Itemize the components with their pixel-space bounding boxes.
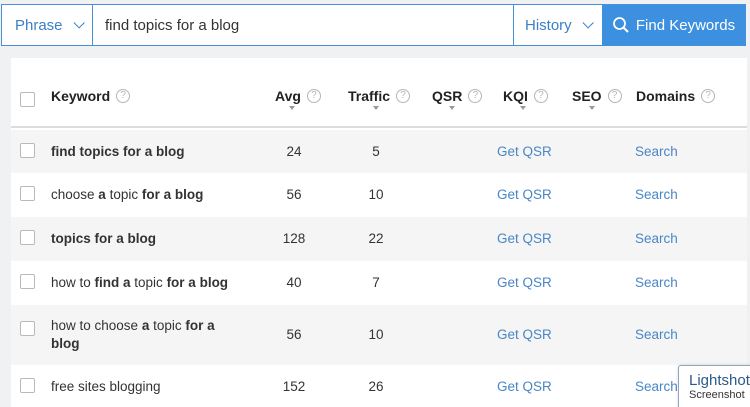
search-icon [612, 17, 629, 33]
chevron-down-icon [582, 17, 594, 29]
help-icon[interactable]: ? [607, 89, 622, 103]
traffic-cell: 22 [368, 231, 384, 246]
match-mode-dropdown[interactable]: Phrase [2, 5, 93, 45]
select-all-checkbox[interactable] [20, 92, 35, 107]
avg-cell: 40 [286, 275, 302, 290]
column-label: QSR [432, 88, 463, 104]
lightshot-title: Lightshot [689, 372, 750, 389]
keyword-text: for a blog [166, 275, 229, 290]
table-row: topics for a blog 128 22 Get QSR Search [11, 217, 747, 261]
history-label: History [525, 16, 572, 34]
keyword-cell: how to choose a topic for a blog [51, 317, 236, 353]
search-domains-link[interactable]: Search [635, 379, 678, 394]
column-header-avg[interactable]: Avg ? [275, 88, 321, 104]
get-qsr-link[interactable]: Get QSR [497, 327, 552, 342]
keyword-text: choose [51, 187, 99, 202]
row-checkbox[interactable] [20, 186, 35, 201]
help-icon[interactable]: ? [116, 89, 131, 103]
traffic-cell: 26 [368, 379, 384, 394]
keyword-text: topic [149, 318, 186, 333]
help-icon[interactable]: ? [396, 89, 411, 103]
traffic-cell: 7 [372, 275, 380, 290]
keyword-cell: how to find a topic for a blog [51, 275, 228, 290]
avg-cell: 56 [286, 327, 302, 342]
column-header-keyword[interactable]: Keyword ? [51, 88, 131, 104]
column-label: Traffic [348, 88, 391, 104]
keyword-text: free sites blogging [51, 379, 161, 394]
table-row: find topics for a blog 24 5 Get QSR Search [11, 130, 747, 173]
search-domains-link[interactable]: Search [635, 187, 678, 202]
keyword-text: topic [105, 187, 142, 202]
row-checkbox[interactable] [20, 143, 35, 158]
keyword-text: find a [94, 275, 131, 290]
get-qsr-link[interactable]: Get QSR [497, 187, 552, 202]
match-mode-label: Phrase [15, 16, 63, 34]
get-qsr-link[interactable]: Get QSR [497, 379, 552, 394]
column-label: Domains [636, 88, 696, 104]
keyword-cell: find topics for a blog [51, 144, 185, 159]
traffic-cell: 5 [372, 144, 380, 159]
find-keywords-label: Find Keywords [635, 16, 736, 34]
table-row: how to find a topic for a blog 40 7 Get QSR… [11, 261, 747, 305]
column-label: SEO [572, 88, 602, 104]
keyword-cell: topics for a blog [51, 231, 156, 246]
lightshot-subtitle: Screenshot [689, 389, 745, 401]
row-checkbox[interactable] [20, 321, 35, 336]
search-domains-link[interactable]: Search [635, 231, 678, 246]
keyword-text: topic [130, 275, 167, 290]
avg-cell: 56 [286, 187, 302, 202]
history-dropdown[interactable]: History [513, 5, 602, 45]
column-header-traffic[interactable]: Traffic ? [348, 88, 411, 104]
results-table: Keyword ? Avg ? Traffic ? QSR ? KQI ? SE… [11, 58, 747, 407]
table-row: free sites blogging 152 26 Get QSR Search [11, 365, 747, 407]
search-bar: Phrase History Find Keywords [1, 4, 746, 46]
help-icon[interactable]: ? [306, 89, 321, 103]
column-header-domains[interactable]: Domains ? [636, 88, 716, 104]
keyword-text: how to choose [51, 318, 142, 333]
table-row: how to choose a topic for a blog 56 10 Get … [11, 305, 747, 365]
keyword-text: a [98, 187, 106, 202]
traffic-cell: 10 [368, 187, 384, 202]
keyword-text: find topics for a blog [51, 144, 185, 159]
column-label: Avg [275, 88, 301, 104]
column-label: KQI [503, 88, 528, 104]
row-checkbox[interactable] [20, 274, 35, 289]
avg-cell: 24 [286, 144, 302, 159]
keyword-text: how to [51, 275, 95, 290]
avg-cell: 128 [282, 231, 306, 246]
sort-arrow-icon[interactable] [289, 106, 295, 110]
traffic-cell: 10 [368, 327, 384, 342]
keyword-cell: choose a topic for a blog [51, 187, 203, 202]
table-header: Keyword ? Avg ? Traffic ? QSR ? KQI ? SE… [11, 58, 747, 128]
avg-cell: 152 [282, 379, 306, 394]
search-domains-link[interactable]: Search [635, 275, 678, 290]
column-header-kqi[interactable]: KQI ? [503, 88, 548, 104]
keyword-text: topics for a blog [51, 231, 157, 246]
column-header-qsr[interactable]: QSR ? [432, 88, 483, 104]
search-domains-link[interactable]: Search [635, 144, 678, 159]
get-qsr-link[interactable]: Get QSR [497, 144, 552, 159]
row-checkbox[interactable] [20, 230, 35, 245]
keyword-search-input[interactable] [93, 5, 513, 45]
column-header-seo[interactable]: SEO ? [572, 88, 622, 104]
keyword-text: for a blog [141, 187, 204, 202]
row-checkbox[interactable] [20, 378, 35, 393]
sort-arrow-icon[interactable] [449, 106, 455, 110]
help-icon[interactable]: ? [533, 89, 548, 103]
column-label: Keyword [51, 88, 111, 104]
find-keywords-button[interactable]: Find Keywords [602, 5, 745, 45]
lightshot-tooltip: Lightshot Screenshot [678, 365, 750, 407]
get-qsr-link[interactable]: Get QSR [497, 275, 552, 290]
sort-arrow-icon[interactable] [373, 106, 379, 110]
keyword-cell: free sites blogging [51, 379, 161, 394]
search-domains-link[interactable]: Search [635, 327, 678, 342]
help-icon[interactable]: ? [468, 89, 483, 103]
sort-arrow-icon[interactable] [589, 106, 595, 110]
sort-arrow-icon[interactable] [520, 106, 526, 110]
help-icon[interactable]: ? [701, 89, 716, 103]
get-qsr-link[interactable]: Get QSR [497, 231, 552, 246]
table-row: choose a topic for a blog 56 10 Get QSR Sear… [11, 173, 747, 217]
chevron-down-icon [72, 17, 85, 29]
